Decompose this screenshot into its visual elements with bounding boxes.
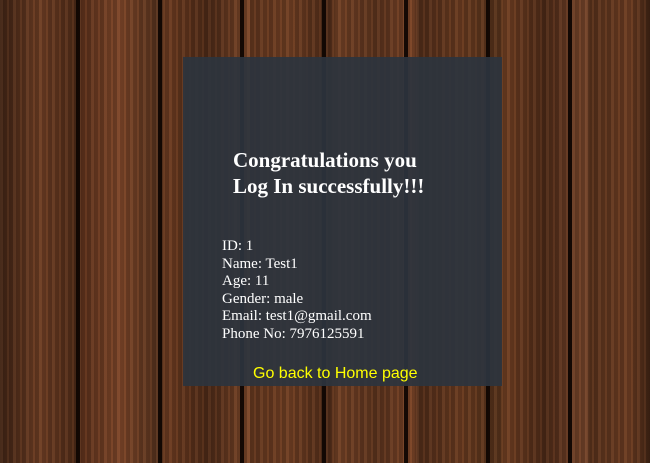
detail-value: test1@gmail.com <box>265 308 372 324</box>
detail-label: Email: <box>222 308 262 324</box>
detail-row-email: Email: test1@gmail.com <box>222 308 372 326</box>
detail-label: Phone No: <box>222 325 286 342</box>
detail-label: Name: <box>222 255 262 272</box>
success-heading: Congratulations you Log In successfully!… <box>233 147 473 199</box>
detail-label: Age: <box>222 273 252 289</box>
home-page-link[interactable]: Go back to Home page <box>253 365 418 383</box>
success-card: Congratulations you Log In successfully!… <box>183 57 502 386</box>
detail-value: 7976125591 <box>289 325 365 342</box>
detail-row-gender: Gender: male <box>222 291 372 309</box>
detail-label: ID: <box>222 238 242 254</box>
detail-row-age: Age: 11 <box>222 273 372 291</box>
page-background: { "message": { "line1": "Congratulations… <box>0 0 650 463</box>
detail-value: male <box>274 290 304 307</box>
user-details: ID: 1 Name: Test1 Age: 11 Gender: male E… <box>222 238 372 343</box>
detail-value: 1 <box>245 238 254 254</box>
detail-row-id: ID: 1 <box>222 238 372 256</box>
success-heading-line-1: Congratulations you <box>233 148 417 172</box>
success-heading-line-2: Log In successfully!!! <box>233 174 425 198</box>
detail-label: Gender: <box>222 290 271 307</box>
detail-row-phone: Phone No: 7976125591 <box>222 326 372 344</box>
detail-row-name: Name: Test1 <box>222 256 372 274</box>
detail-value: Test1 <box>265 255 298 272</box>
detail-value: 11 <box>254 273 270 289</box>
